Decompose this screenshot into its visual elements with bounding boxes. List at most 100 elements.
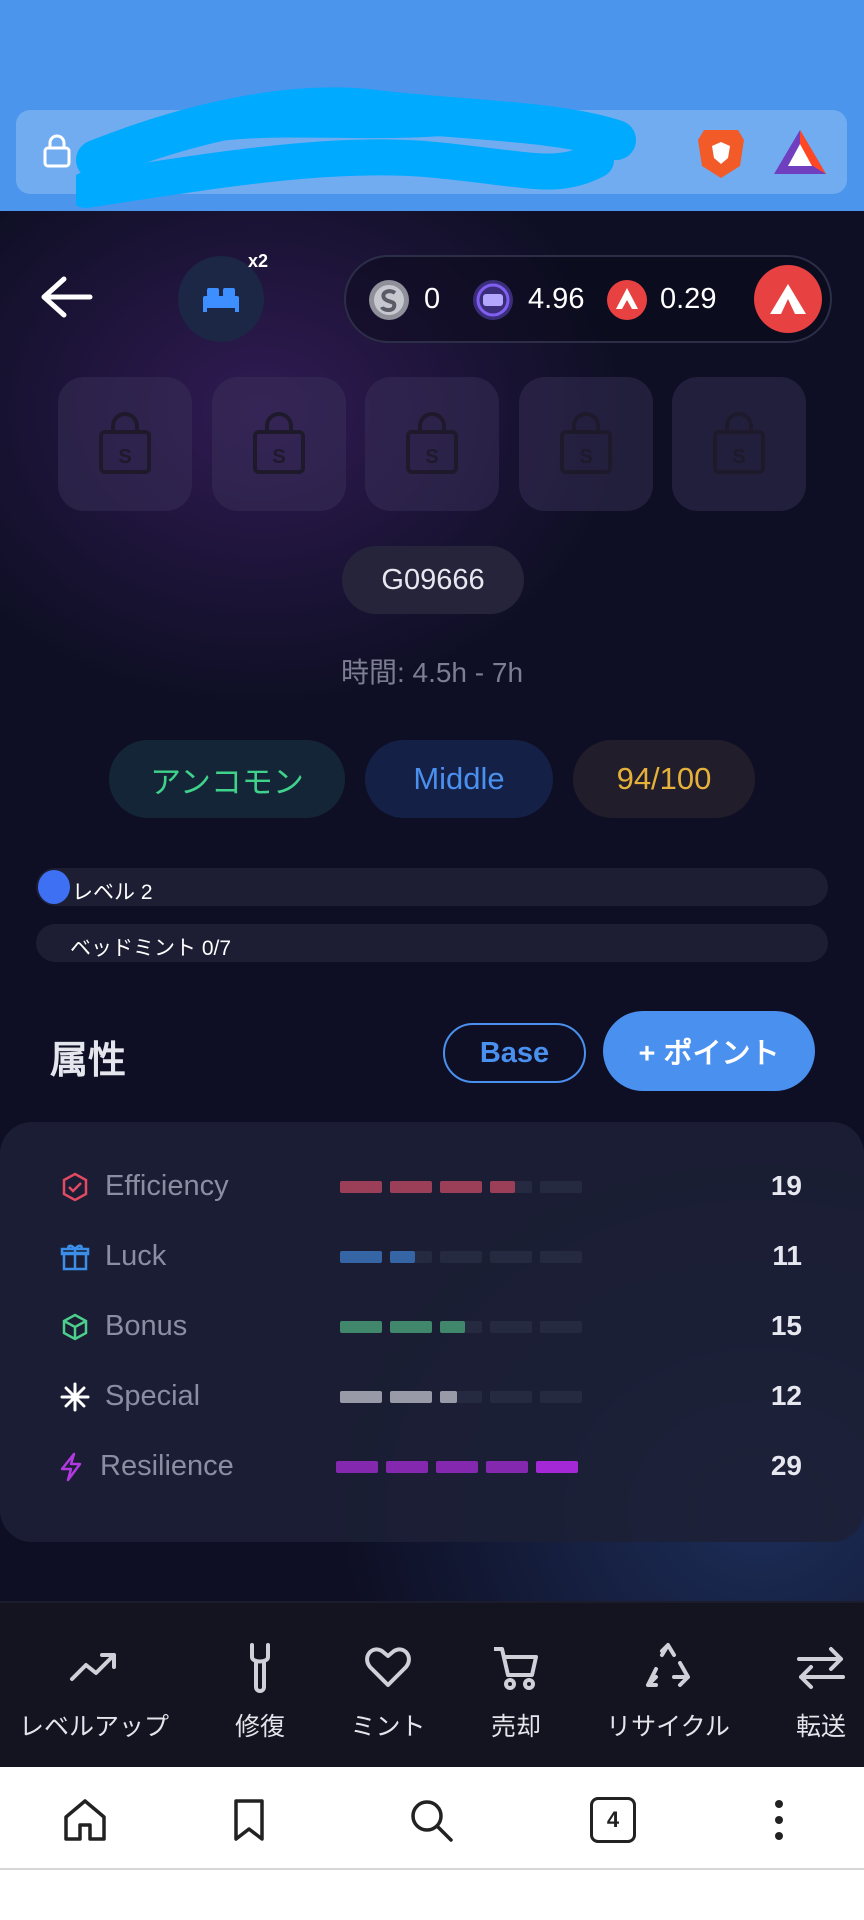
bedmint-progress-bar: ベッドミント 0/7 (36, 924, 828, 962)
locked-socket-icon: S (713, 412, 765, 474)
attribute-name: Special (105, 1380, 201, 1412)
attribute-bar (336, 1461, 586, 1473)
bed-icon (203, 288, 239, 312)
attribute-name: Resilience (100, 1450, 234, 1482)
locked-socket-slot[interactable]: S (672, 377, 806, 511)
add-point-button[interactable]: + ポイント (603, 1011, 815, 1091)
cart-icon (494, 1647, 538, 1690)
locked-socket-icon: S (406, 412, 458, 474)
attribute-row-resilience: Resilience 29 (0, 1442, 864, 1492)
attribute-bar-fill (340, 1181, 382, 1193)
attribute-bar-fill (340, 1321, 382, 1333)
lock-icon (43, 134, 71, 168)
luck-gift-icon (60, 1244, 90, 1271)
locked-socket-slot[interactable]: S (212, 377, 346, 511)
avax-balance: 0.29 (660, 283, 717, 315)
resilience-bolt-icon (60, 1452, 82, 1482)
tabs-count-button[interactable]: 4 (590, 1797, 636, 1843)
level-progress-bar: レベル 2 (36, 868, 828, 906)
avax-coin-icon (607, 280, 647, 320)
attribute-bar-segment (490, 1321, 532, 1333)
repair-tab[interactable]: 修復 (208, 1603, 312, 1769)
recycle-icon (646, 1643, 690, 1687)
action-tab-bar: レベルアップ 修復 ミント 売却 リサイクル 転送 (0, 1601, 864, 1767)
svg-text:S: S (579, 446, 592, 468)
mint-tab[interactable]: ミント (336, 1603, 440, 1769)
locked-socket-slot[interactable]: S (365, 377, 499, 511)
attribute-bar-segment (540, 1251, 582, 1263)
svg-text:S: S (732, 446, 745, 468)
attribute-bar (340, 1321, 590, 1333)
tab-label: リサイクル (606, 1713, 730, 1741)
attribute-bar (340, 1391, 590, 1403)
bed-type-badge: Middle (365, 740, 553, 818)
attribute-bar-fill (390, 1391, 432, 1403)
base-button[interactable]: Base (443, 1023, 586, 1083)
browser-bottom-nav: 4 (0, 1767, 864, 1870)
search-icon[interactable] (408, 1797, 454, 1843)
recycle-tab[interactable]: リサイクル (594, 1603, 742, 1769)
url-bar[interactable] (16, 87, 847, 208)
gst-balance: 0 (424, 283, 441, 315)
attribute-row-luck: Luck 11 (0, 1232, 864, 1282)
attribute-bar-fill (436, 1461, 478, 1473)
attribute-bar-segment (540, 1321, 582, 1333)
level-up-tab[interactable]: レベルアップ (14, 1603, 174, 1769)
locked-socket-slot[interactable]: S (58, 377, 192, 511)
attribute-bar-segment (540, 1181, 582, 1193)
attribute-bar-fill (490, 1181, 516, 1193)
bed-detail-screen: x2 0 4.96 0.29 S S S S S G09666 時間: 4.5h… (0, 211, 864, 1601)
sell-tab[interactable]: 売却 (464, 1603, 568, 1769)
tab-label: 修復 (234, 1713, 285, 1741)
rarity-badge: アンコモン (109, 740, 345, 818)
gst-coin-icon (369, 280, 409, 320)
locked-socket-icon: S (253, 412, 305, 474)
bonus-box-icon (62, 1313, 88, 1341)
attribute-name: Efficiency (105, 1170, 229, 1202)
attribute-bar-fill (336, 1461, 378, 1473)
wrench-icon (250, 1643, 270, 1693)
tab-label: 売却 (490, 1713, 541, 1741)
bat-rewards-icon[interactable] (770, 126, 830, 180)
attribute-bar-fill (390, 1181, 432, 1193)
avax-network-button[interactable] (754, 265, 822, 333)
attribute-row-efficiency: Efficiency 19 (0, 1162, 864, 1212)
attribute-bar-fill (536, 1461, 578, 1473)
sleep-time-range: 時間: 4.5h - 7h (340, 657, 524, 688)
efficiency-icon (62, 1172, 88, 1202)
brave-lion-icon[interactable] (678, 126, 764, 180)
attribute-bar-segment (440, 1251, 482, 1263)
locked-socket-slot[interactable]: S (519, 377, 653, 511)
attribute-bar-fill (340, 1251, 382, 1263)
attribute-value: 15 (770, 1310, 802, 1341)
attribute-bar-fill (386, 1461, 428, 1473)
transfer-tab[interactable]: 転送 (778, 1603, 864, 1769)
redacted-url-scribble (76, 87, 636, 208)
attribute-bar-fill (440, 1391, 457, 1403)
attribute-row-bonus: Bonus 15 (0, 1302, 864, 1352)
attribute-value: 11 (772, 1240, 802, 1271)
trend-up-icon (70, 1653, 116, 1681)
more-menu-icon[interactable] (756, 1797, 802, 1843)
attributes-title: 属性 (50, 1040, 127, 1082)
bed-multiplier-badge: x2 (248, 251, 269, 271)
svg-text:S: S (118, 446, 131, 468)
gmt-coin-icon (473, 280, 513, 320)
special-sparkle-icon (60, 1382, 90, 1412)
browser-top-bar (0, 0, 864, 211)
home-icon[interactable] (62, 1797, 108, 1843)
avax-logo-icon (770, 284, 806, 314)
attribute-value: 12 (770, 1380, 802, 1411)
attribute-bar-fill (440, 1181, 482, 1193)
tab-label: レベルアップ (18, 1713, 169, 1741)
attribute-value: 29 (770, 1450, 802, 1481)
svg-text:S: S (425, 446, 438, 468)
back-arrow-icon[interactable] (38, 275, 94, 319)
heart-icon (365, 1647, 411, 1687)
tab-label: ミント (350, 1713, 426, 1741)
attribute-bar-segment (490, 1251, 532, 1263)
attribute-bar-fill (440, 1321, 466, 1333)
bookmark-icon[interactable] (226, 1797, 272, 1843)
attribute-row-special: Special 12 (0, 1372, 864, 1422)
durability-badge: 94/100 (573, 740, 755, 818)
